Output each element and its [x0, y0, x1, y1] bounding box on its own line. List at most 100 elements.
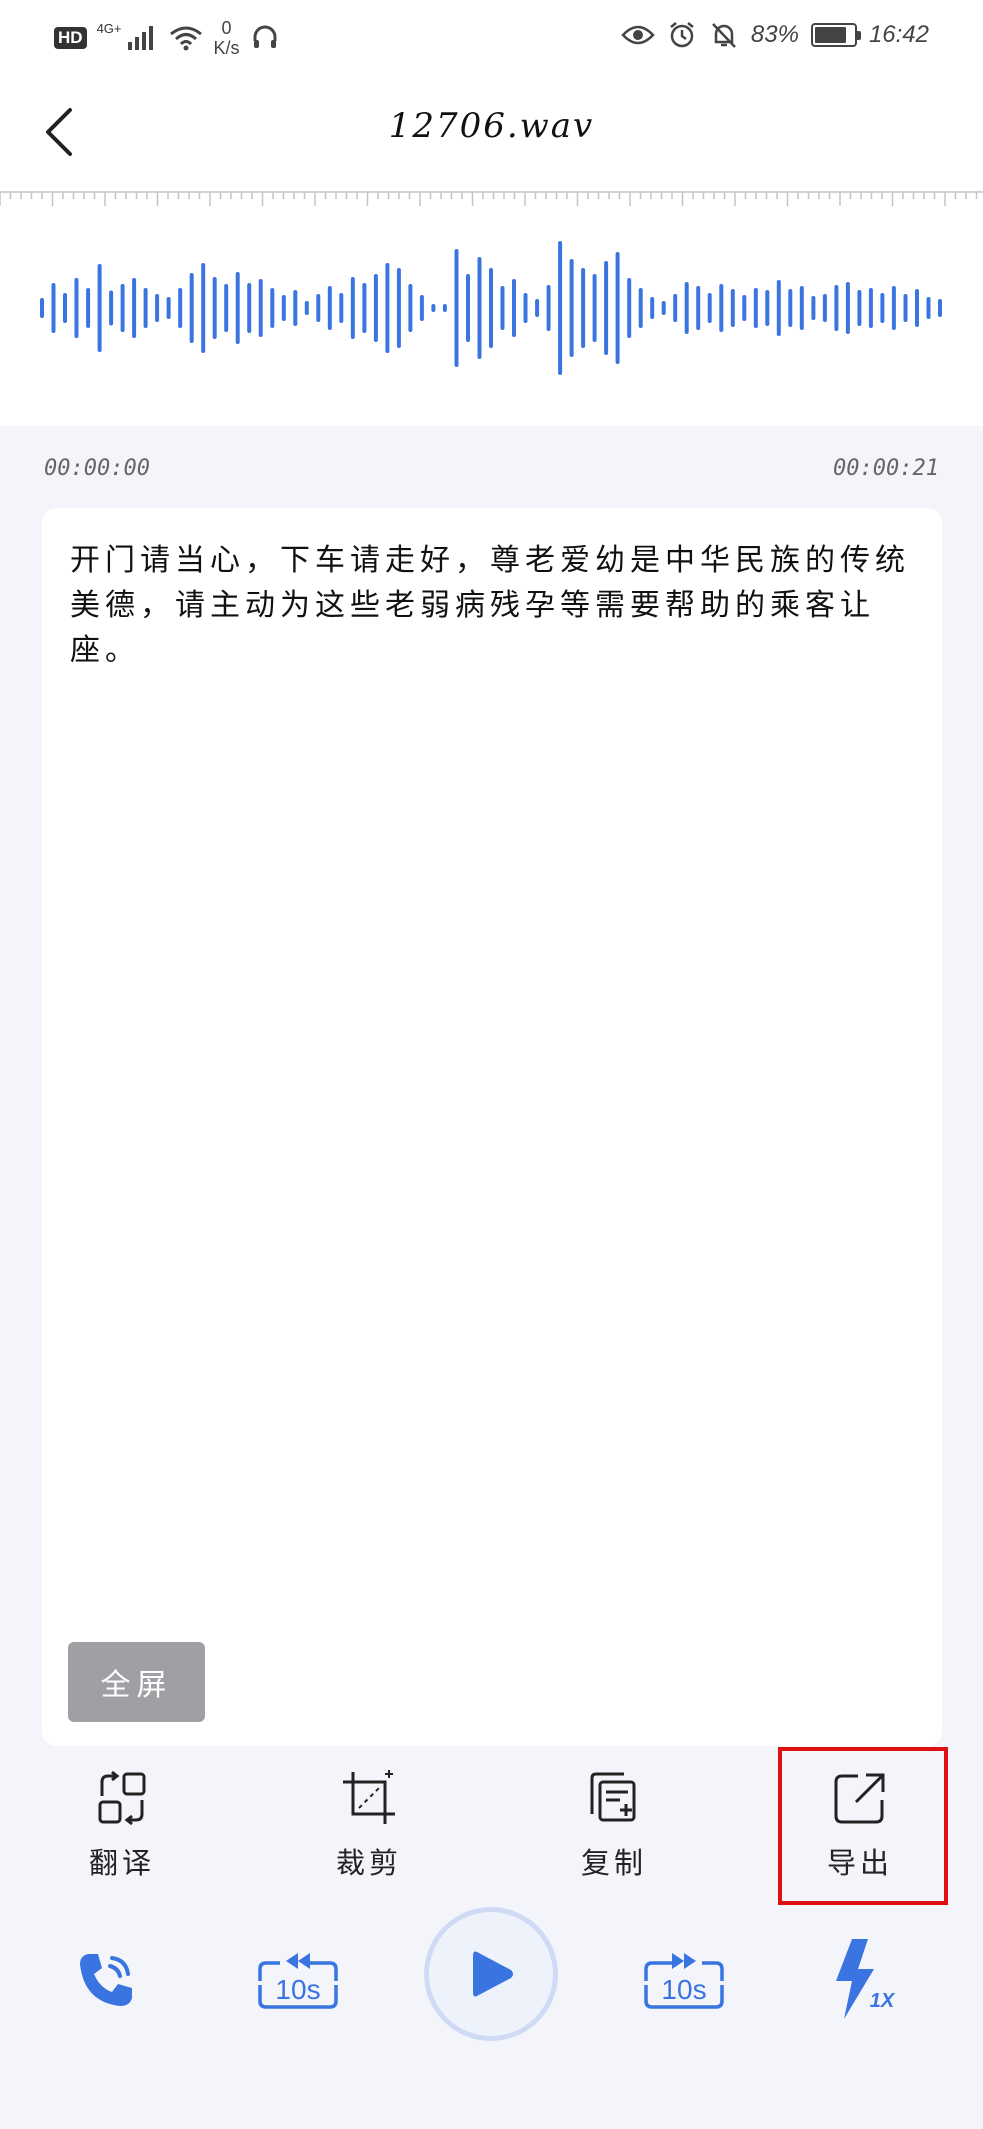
wave-bar — [316, 294, 321, 322]
wave-bar — [707, 293, 712, 323]
crop-label: 裁剪 — [335, 1846, 402, 1880]
header: 12706.wav — [0, 76, 983, 190]
wave-bar — [247, 283, 252, 333]
wave-bar — [327, 286, 332, 330]
rewind-label: 10s — [275, 1974, 320, 2005]
wave-bar — [431, 304, 436, 312]
status-left: HD 4G+ 0 K/s — [54, 18, 280, 58]
wave-bar — [235, 272, 240, 344]
wave-bar — [592, 274, 597, 342]
battery-fill — [814, 27, 847, 43]
wave-bar — [477, 257, 482, 359]
export-button[interactable]: 导出 — [780, 1768, 940, 1888]
wave-bar — [638, 288, 643, 328]
wave-bar — [109, 290, 114, 326]
wave-bar — [362, 283, 367, 333]
wave-bar — [396, 268, 401, 348]
wave-bar — [40, 298, 44, 318]
wave-bar — [891, 286, 896, 330]
wave-bar — [535, 299, 540, 317]
export-label: 导出 — [826, 1846, 893, 1880]
wave-bar — [224, 284, 229, 332]
wave-bar — [339, 293, 344, 323]
network-type: 4G+ — [96, 20, 122, 36]
play-button[interactable] — [424, 1907, 558, 2041]
wave-bar — [74, 278, 79, 338]
wave-bar — [270, 288, 275, 328]
status-right: 83% 16:42 — [621, 20, 929, 50]
headset-icon — [253, 25, 277, 48]
wave-bar — [178, 288, 183, 328]
wave-bar — [143, 288, 148, 328]
wave-bar — [500, 286, 505, 330]
hd-badge: HD — [54, 27, 87, 49]
wave-bar — [742, 295, 747, 321]
signal-icon — [127, 26, 153, 50]
clock: 16:42 — [868, 21, 929, 48]
time-end: 00:00:21 — [833, 456, 939, 481]
waveform[interactable] — [0, 190, 983, 426]
wave-bar — [834, 285, 839, 331]
wave-bar — [765, 290, 770, 326]
wave-bar — [581, 268, 586, 348]
wave-bar — [811, 296, 816, 320]
speed-label: 1X — [870, 1990, 896, 2012]
forward-icon: 10s — [644, 1953, 724, 2009]
speed-unit: K/s — [213, 38, 240, 58]
wave-bar — [719, 284, 724, 332]
forward-10s-button[interactable]: 10s — [636, 1940, 732, 2020]
wave-bar — [350, 277, 355, 339]
alarm-icon — [670, 22, 694, 48]
wave-bar — [880, 293, 885, 323]
wave-bar — [915, 289, 919, 327]
crop-button[interactable]: 裁剪 — [289, 1768, 449, 1888]
wave-bar — [627, 278, 632, 338]
wave-bar — [661, 301, 666, 315]
wave-bar — [51, 283, 56, 333]
wave-bar — [615, 252, 620, 364]
wave-bar — [903, 294, 908, 322]
wave-bar — [442, 304, 447, 312]
status-bar: HD 4G+ 0 K/s 83% 16:42 — [0, 0, 983, 76]
speed-button[interactable]: 1X — [822, 1935, 902, 2025]
wave-bar — [650, 297, 655, 319]
time-start: 00:00:00 — [44, 456, 150, 481]
wave-bar — [155, 294, 160, 322]
wave-bar — [523, 293, 528, 323]
wave-bar — [569, 259, 574, 357]
call-button[interactable] — [66, 1940, 146, 2020]
transcript-card: 开门请当心，下车请走好，尊老爱幼是中华民族的传统美德，请主动为这些老弱病残孕等需… — [42, 508, 942, 1746]
wave-bar — [684, 282, 689, 334]
translate-label: 翻译 — [88, 1846, 155, 1880]
wave-bar — [926, 297, 931, 319]
lightning-icon: 1X — [836, 1939, 896, 2019]
wave-bar — [799, 286, 804, 330]
wave-bar — [696, 286, 701, 330]
wave-bar — [776, 280, 781, 336]
rewind-10s-button[interactable]: 10s — [250, 1940, 346, 2020]
wave-bar — [212, 277, 217, 339]
wave-bar — [753, 288, 758, 328]
wave-bar — [466, 274, 470, 342]
wave-bar — [281, 295, 286, 321]
fullscreen-button[interactable]: 全屏 — [68, 1642, 205, 1722]
eye-icon — [621, 25, 655, 45]
transcript-text[interactable]: 开门请当心，下车请走好，尊老爱幼是中华民族的传统美德，请主动为这些老弱病残孕等需… — [70, 538, 912, 673]
copy-button[interactable]: 复制 — [534, 1768, 694, 1888]
wave-bar — [489, 268, 493, 348]
wifi-icon — [169, 26, 202, 51]
wave-bar — [845, 282, 850, 334]
wave-bar — [408, 284, 413, 332]
translate-button[interactable]: 翻译 — [42, 1768, 202, 1888]
wave-bar — [454, 249, 459, 367]
speed-value: 0 — [221, 18, 232, 38]
wave-bar — [293, 290, 298, 326]
crop-icon — [339, 1768, 399, 1828]
wave-bar — [97, 264, 102, 352]
wave-bar — [166, 297, 171, 319]
wave-bar — [304, 301, 309, 315]
wave-bar — [120, 284, 125, 332]
wave-bar — [788, 289, 793, 327]
rewind-icon: 10s — [258, 1953, 338, 2009]
wave-bar — [857, 290, 862, 326]
